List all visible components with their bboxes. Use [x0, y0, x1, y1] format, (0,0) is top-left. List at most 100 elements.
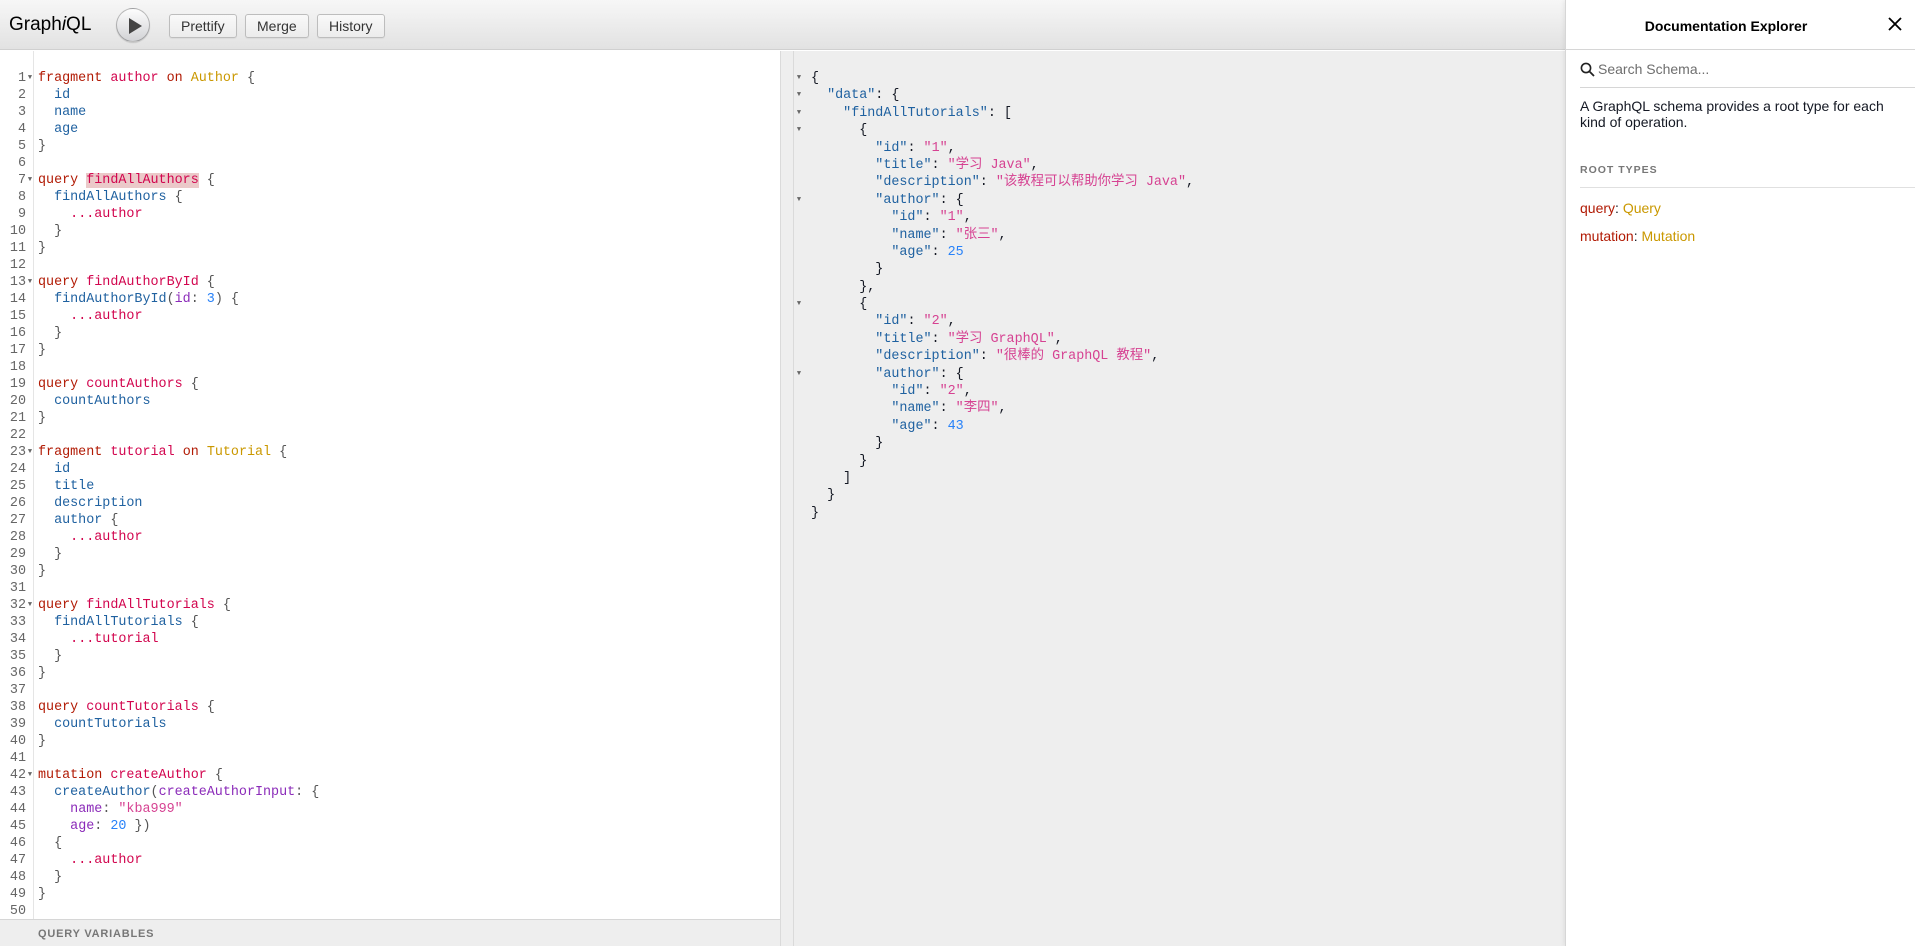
code-line[interactable]: 12 [0, 257, 780, 274]
code-token: , [963, 210, 972, 226]
code-line[interactable]: 41 [0, 750, 780, 767]
root-type-link-query[interactable]: Query [1623, 200, 1661, 216]
code-line[interactable]: 44 name: "kba999" [0, 801, 780, 818]
code-token: "学习 Java" [947, 157, 1031, 173]
code-line[interactable]: 28 ...author [0, 529, 780, 546]
fold-arrow-icon[interactable]: ▼ [794, 122, 804, 139]
code-line[interactable]: 21} [0, 410, 780, 427]
root-type-link-mutation[interactable]: Mutation [1641, 228, 1695, 244]
fold-arrow-icon[interactable]: ▼ [794, 192, 804, 209]
pane-divider[interactable] [780, 51, 794, 946]
code-line[interactable]: 42 ▼ mutation createAuthor { [0, 767, 780, 784]
code-line[interactable]: 39 countTutorials [0, 716, 780, 733]
code-line[interactable]: 24 id [0, 461, 780, 478]
code-line[interactable]: 46 { [0, 835, 780, 852]
code-token: { [198, 275, 215, 290]
code-line[interactable]: 22 [0, 427, 780, 444]
docs-close-button[interactable] [1888, 17, 1902, 36]
code-line[interactable]: 35 } [0, 648, 780, 665]
code-line[interactable]: 19 query countAuthors { [0, 376, 780, 393]
code-line[interactable]: 43 createAuthor(createAuthorInput: { [0, 784, 780, 801]
code-line[interactable]: 34 ...tutorial [0, 631, 780, 648]
code-token: "李四" [955, 401, 999, 417]
line-number: 36 [9, 666, 26, 681]
fold-arrow-icon[interactable]: ▼ [794, 70, 804, 87]
code-line[interactable]: 37 [0, 682, 780, 699]
code-line-text: ...author [38, 308, 142, 325]
line-number: 33 [9, 615, 26, 630]
code-line[interactable]: 47 ...author [0, 852, 780, 869]
code-line[interactable]: 10 } [0, 223, 780, 240]
code-token: "title" [875, 331, 932, 347]
code-line[interactable]: 36} [0, 665, 780, 682]
code-line[interactable]: 9 ...author [0, 206, 780, 223]
code-line[interactable]: 49} [0, 886, 780, 903]
code-token: createAuthor [54, 785, 151, 800]
code-token: "data" [827, 88, 876, 104]
schema-search-input[interactable] [1598, 59, 1898, 79]
fold-arrow-icon[interactable]: ▼ [26, 274, 34, 291]
code-line[interactable]: 50 [0, 903, 780, 920]
merge-button[interactable]: Merge [245, 14, 309, 38]
code-token: "name" [891, 227, 940, 243]
query-variables-bar[interactable]: QUERY VARIABLES [0, 919, 780, 946]
code-token: name [54, 105, 87, 120]
code-line[interactable]: 7 ▼ query findAllAuthors { [0, 172, 780, 189]
code-line[interactable]: 25 title [0, 478, 780, 495]
code-token: : [190, 292, 207, 307]
code-line[interactable]: 30} [0, 563, 780, 580]
code-line[interactable]: 32 ▼ query findAllTutorials { [0, 597, 780, 614]
code-line[interactable]: 48 } [0, 869, 780, 886]
code-token: countTutorials [54, 717, 167, 732]
fold-arrow-icon[interactable]: ▼ [794, 105, 804, 122]
code-token: fragment [38, 71, 103, 86]
code-line[interactable]: 33 findAllTutorials { [0, 614, 780, 631]
code-line[interactable]: 13 ▼ query findAuthorById { [0, 274, 780, 291]
fold-arrow-icon[interactable]: ▼ [26, 767, 34, 784]
code-line[interactable]: 11} [0, 240, 780, 257]
query-editor[interactable]: 1 ▼ fragment author on Author {2 id 3 name 4… [0, 51, 780, 919]
code-line[interactable]: 38 query countTutorials { [0, 699, 780, 716]
code-line[interactable]: 26 description [0, 495, 780, 512]
code-line[interactable]: 4 age [0, 121, 780, 138]
fold-arrow-icon[interactable]: ▼ [794, 87, 804, 104]
fold-arrow-icon[interactable]: ▼ [26, 172, 34, 189]
code-line[interactable]: 29 } [0, 546, 780, 563]
code-line[interactable]: 17} [0, 342, 780, 359]
code-line[interactable]: 15 ...author [0, 308, 780, 325]
code-line[interactable]: 23 ▼ fragment tutorial on Tutorial { [0, 444, 780, 461]
code-line[interactable]: 8 findAllAuthors { [0, 189, 780, 206]
code-line[interactable]: 1 ▼ fragment author on Author { [0, 70, 780, 87]
fold-arrow-icon[interactable]: ▼ [26, 444, 34, 461]
code-token: { [238, 71, 256, 86]
code-line[interactable]: 45 age: 20 }) [0, 818, 780, 835]
code-line[interactable]: 3 name [0, 104, 780, 121]
code-line[interactable]: 14 findAuthorById(id: 3) { [0, 291, 780, 308]
code-token: : [923, 210, 940, 226]
fold-arrow-icon[interactable]: ▼ [26, 70, 34, 87]
code-line[interactable]: 31 [0, 580, 780, 597]
prettify-button[interactable]: Prettify [169, 14, 237, 38]
code-line[interactable]: 27 author { [0, 512, 780, 529]
code-line[interactable]: 5} [0, 138, 780, 155]
fold-arrow-icon[interactable]: ▼ [794, 366, 804, 383]
fold-arrow-icon[interactable]: ▼ [794, 296, 804, 313]
fold-arrow-icon[interactable]: ▼ [26, 597, 34, 614]
code-token: name [70, 802, 103, 817]
code-line[interactable]: 20 countAuthors [0, 393, 780, 410]
code-token: : [94, 819, 111, 834]
history-button[interactable]: History [317, 14, 385, 38]
code-line[interactable]: 6 [0, 155, 780, 172]
code-line[interactable]: 2 id [0, 87, 780, 104]
code-line[interactable]: 40} [0, 733, 780, 750]
code-line[interactable]: 16 } [0, 325, 780, 342]
line-number: 6 [17, 156, 26, 171]
code-line[interactable]: 18 [0, 359, 780, 376]
execute-query-button[interactable] [116, 8, 150, 42]
query-code[interactable]: 1 ▼ fragment author on Author {2 id 3 name 4… [0, 70, 780, 920]
code-line-text: ...tutorial [38, 631, 158, 648]
